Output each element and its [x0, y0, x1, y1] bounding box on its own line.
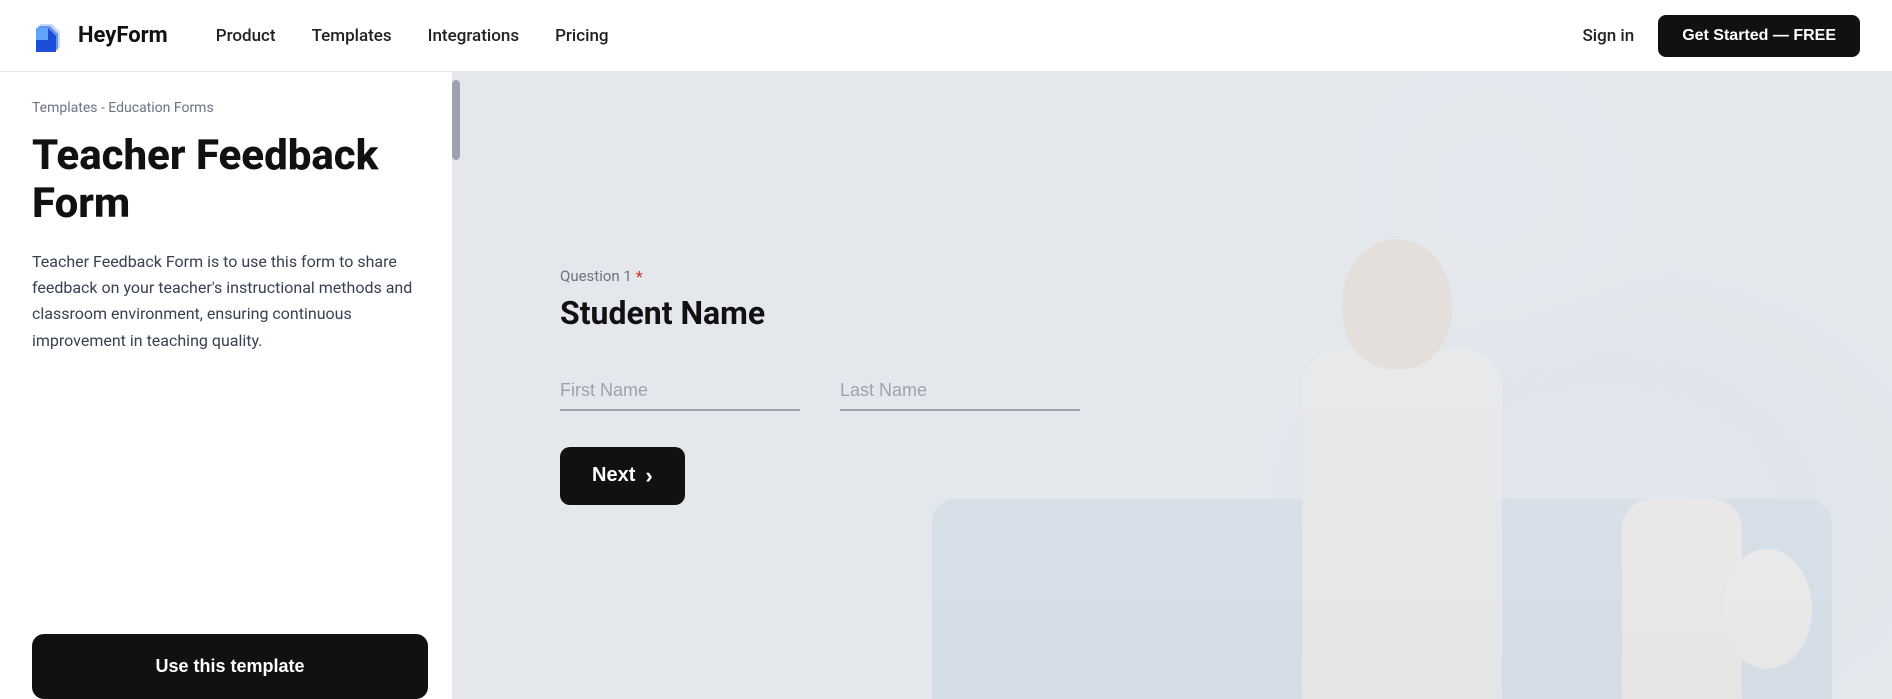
main-content: Templates - Education Forms Teacher Feed…	[0, 72, 1892, 699]
navbar: HeyForm Product Templates Integrations P…	[0, 0, 1892, 72]
last-name-field	[840, 372, 1080, 411]
nav-product[interactable]: Product	[216, 26, 276, 46]
navbar-right: Sign in Get Started — FREE	[1582, 15, 1860, 57]
logo-text: HeyForm	[78, 23, 168, 48]
question-title: Student Name	[560, 294, 1080, 332]
first-name-field	[560, 372, 800, 411]
question-label: Question 1 *	[560, 267, 1080, 286]
use-template-button[interactable]: Use this template	[32, 634, 428, 699]
form-card: Question 1 * Student Name Next ›	[560, 227, 1080, 545]
question-number: Question 1	[560, 267, 632, 285]
left-panel: Templates - Education Forms Teacher Feed…	[0, 72, 460, 699]
next-arrow-icon: ›	[645, 463, 652, 489]
next-button-label: Next	[592, 464, 635, 487]
scrollbar-thumb	[452, 80, 460, 160]
breadcrumb: Templates - Education Forms	[32, 100, 428, 116]
right-panel: Question 1 * Student Name Next ›	[460, 72, 1892, 699]
last-name-input[interactable]	[840, 372, 1080, 411]
form-fields	[560, 372, 1080, 411]
scrollbar[interactable]	[452, 72, 460, 699]
navbar-links: Product Templates Integrations Pricing	[216, 26, 1583, 46]
form-description: Teacher Feedback Form is to use this for…	[32, 249, 428, 355]
first-name-input[interactable]	[560, 372, 800, 411]
get-started-button[interactable]: Get Started — FREE	[1658, 15, 1860, 57]
nav-integrations[interactable]: Integrations	[428, 26, 519, 46]
form-title: Teacher Feedback Form	[32, 132, 428, 229]
next-button[interactable]: Next ›	[560, 447, 685, 505]
nav-pricing[interactable]: Pricing	[555, 26, 609, 46]
sign-in-link[interactable]: Sign in	[1582, 26, 1634, 46]
logo-link[interactable]: HeyForm	[32, 18, 168, 54]
form-overlay: Question 1 * Student Name Next ›	[460, 72, 1892, 699]
logo-icon	[32, 18, 68, 54]
required-star: *	[636, 267, 643, 286]
nav-templates[interactable]: Templates	[312, 26, 392, 46]
